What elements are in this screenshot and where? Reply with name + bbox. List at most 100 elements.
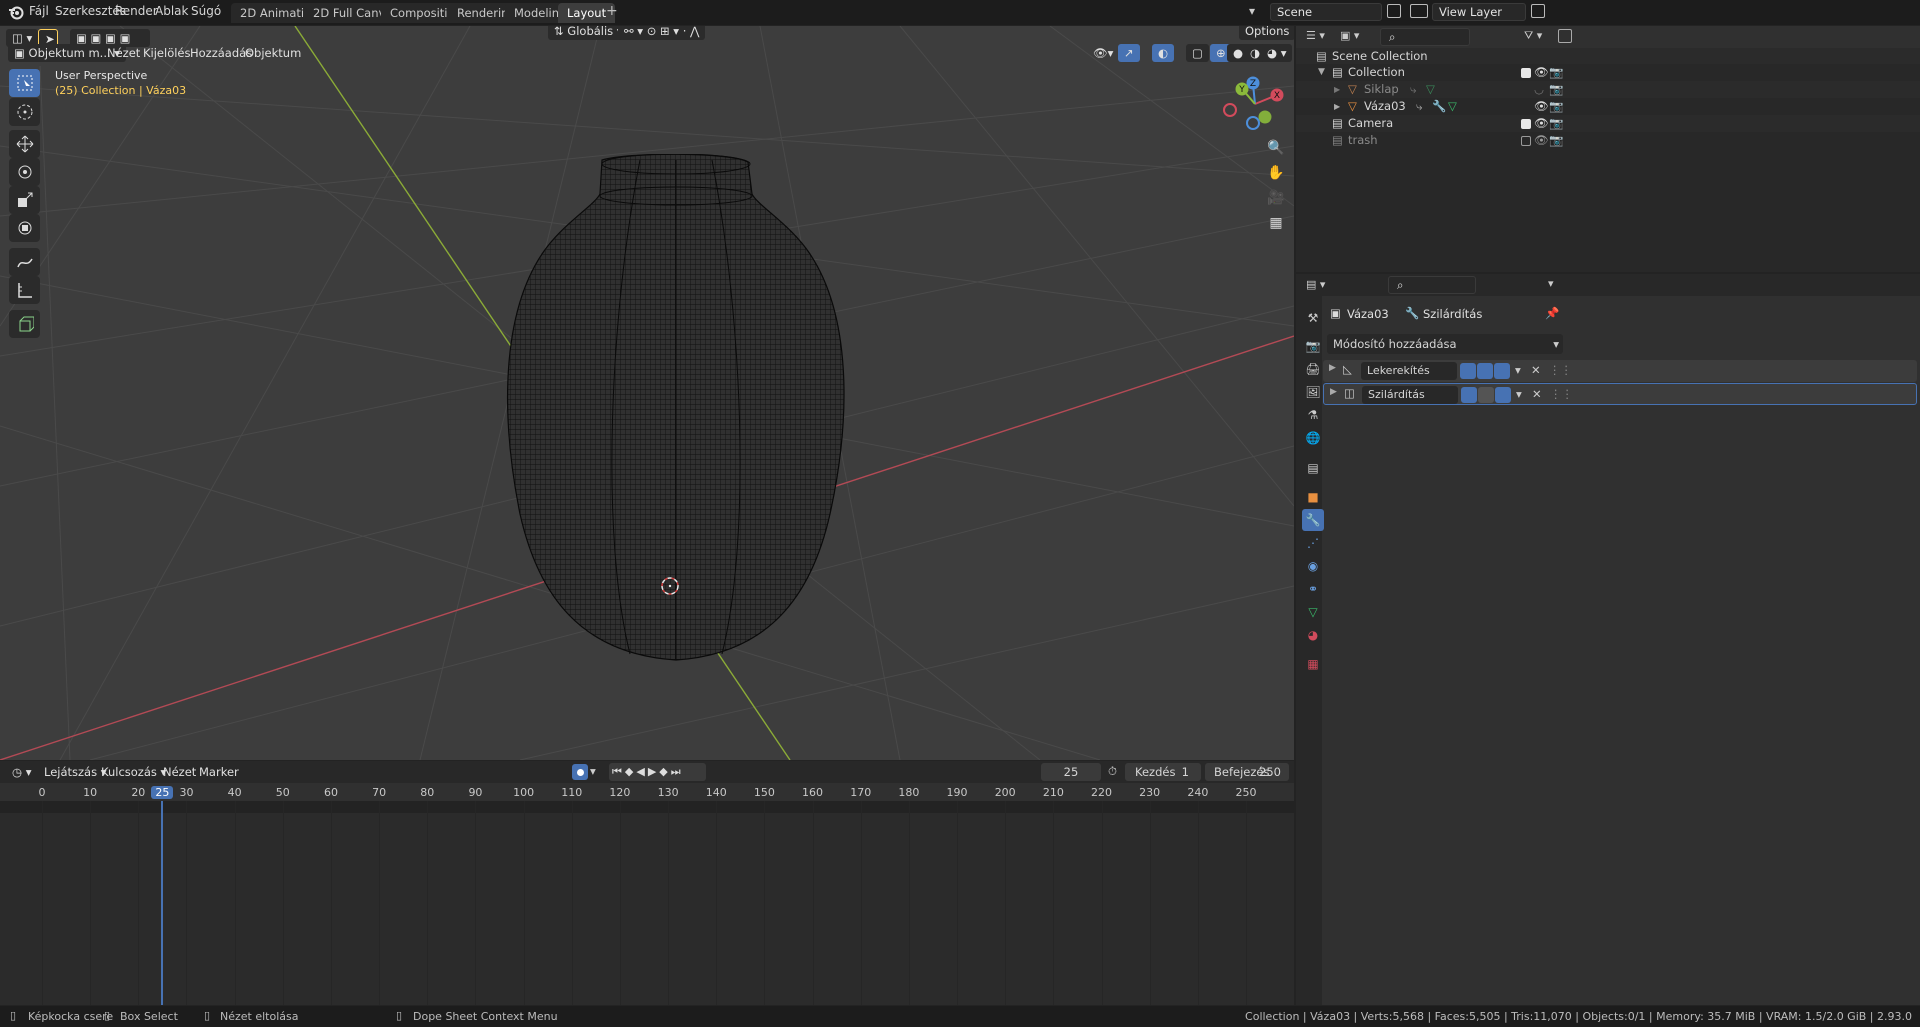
eye-icon[interactable]: 👁 (1534, 115, 1549, 132)
expand-arrow-icon[interactable]: ▶ (1329, 363, 1336, 373)
camera-icon[interactable]: 📷 (1549, 132, 1563, 149)
perspective-grid-icon[interactable]: ▦ (1264, 211, 1288, 235)
playback-controls[interactable]: ⏮◆◀▶◆⏭ (609, 763, 706, 781)
scene-field[interactable]: Scene (1270, 3, 1382, 21)
modifier-panel-solidify[interactable]: ▶ ◫ Szilárdítás ▾ ✕ ⋮⋮ (1323, 383, 1917, 405)
options-button[interactable]: Options ▾ (1239, 26, 1294, 56)
eye-icon[interactable]: 👁 (1534, 64, 1549, 81)
auto-key-record-icon[interactable] (572, 764, 588, 780)
outliner-row-scene-collection[interactable]: ▤ Scene Collection (1296, 48, 1920, 65)
modifier-name-field[interactable]: Szilárdítás (1362, 386, 1458, 404)
render-toggle-icon[interactable] (1495, 387, 1511, 403)
camera-icon[interactable]: 📷 (1549, 81, 1563, 98)
mesh-data-tab-icon[interactable]: ▽ (1302, 601, 1324, 623)
add-modifier-dropdown[interactable]: Módosító hozzáadása ▾ (1327, 334, 1563, 354)
modifier-tab-icon[interactable]: 🔧 (1302, 509, 1324, 531)
exclude-checkbox[interactable] (1521, 119, 1531, 129)
viewport-display-toggle-icon[interactable] (1477, 363, 1493, 379)
new-collection-icon[interactable] (1558, 29, 1572, 43)
visibility-icon[interactable]: 👁▾ (1087, 44, 1119, 62)
object-tab-icon[interactable]: ■ (1302, 486, 1324, 508)
outliner-editor-icon[interactable]: ☰ ▾ (1306, 29, 1325, 42)
playhead-line[interactable] (161, 801, 164, 1005)
expand-arrow-icon[interactable]: ▶ (1334, 98, 1340, 115)
eye-hidden-icon[interactable]: ◡ (1534, 81, 1544, 98)
menu-window[interactable]: Ablak (155, 4, 188, 18)
properties-editor-icon[interactable]: ▤ ▾ (1306, 278, 1325, 291)
end-frame-field[interactable]: Befejezés 250 (1205, 763, 1289, 781)
view-layer-field[interactable]: View Layer (1432, 3, 1526, 21)
render-tab-icon[interactable]: 📷 (1302, 335, 1324, 357)
menu-render[interactable]: Render (115, 4, 158, 18)
tool-cursor-icon[interactable] (9, 98, 40, 126)
tool-measure-icon[interactable] (9, 276, 40, 304)
output-tab-icon[interactable]: 🖨 (1302, 358, 1324, 380)
render-toggle-icon[interactable] (1494, 363, 1510, 379)
zoom-icon[interactable]: 🔍 (1264, 136, 1288, 160)
camera-icon[interactable]: 📷 (1549, 64, 1563, 81)
tool-rotate-icon[interactable] (9, 158, 40, 186)
gizmo-toggle-icon[interactable]: ↗ (1118, 44, 1140, 62)
tool-add-cube-icon[interactable] (9, 310, 40, 338)
close-icon[interactable]: ✕ (1531, 363, 1541, 377)
modifier-panel-bevel[interactable]: ▶ ◺ Lekerekítés ▾ ✕ ⋮⋮ (1323, 360, 1917, 382)
expand-arrow-icon[interactable]: ▶ (1334, 81, 1340, 98)
viewport-menu-object[interactable]: Objektum (239, 44, 307, 62)
tool-scale-icon[interactable] (9, 186, 40, 214)
modifier-menu-chevron-icon[interactable]: ▾ (1516, 387, 1522, 401)
close-icon[interactable]: ✕ (1532, 387, 1542, 401)
expand-arrow-icon[interactable]: ▶ (1330, 387, 1337, 397)
overlay-toggle-icon[interactable]: ◐ (1152, 44, 1175, 62)
marker-menu[interactable]: Marker (193, 763, 245, 781)
eye-icon[interactable]: 👁 (1534, 98, 1549, 115)
physics-tab-icon[interactable]: ◉ (1302, 555, 1324, 577)
outliner-row-camera[interactable]: ▤ Camera 👁 📷 (1296, 115, 1920, 132)
camera-icon[interactable]: 📷 (1549, 98, 1563, 115)
world-tab-icon[interactable]: 🌐 (1302, 427, 1324, 449)
viewport-display-toggle-icon[interactable] (1478, 387, 1494, 403)
new-scene-icon[interactable] (1387, 4, 1401, 18)
pin-icon[interactable]: 📌 (1545, 306, 1559, 320)
drag-handle-icon[interactable]: ⋮⋮ (1550, 387, 1573, 401)
properties-search-input[interactable]: ⌕ (1388, 276, 1476, 294)
current-frame-field[interactable]: 25 (1041, 763, 1101, 781)
xray-icon[interactable]: ▢ (1186, 44, 1209, 62)
menu-file[interactable]: Fájl (29, 4, 49, 18)
tool-transform-icon[interactable] (9, 214, 40, 242)
timeline-editor-icon[interactable]: ◷ ▾ (6, 763, 37, 781)
pan-hand-icon[interactable]: ✋ (1264, 161, 1288, 185)
tool-select-box-icon[interactable] (9, 69, 40, 97)
outliner-row-siklap[interactable]: ▶ ▽ Siklap ⤷ ▽ ◡ 📷 (1296, 81, 1920, 98)
stopwatch-icon[interactable]: ⏱ (1108, 764, 1117, 779)
shading-rendered-icon[interactable]: ◕ ▾ (1261, 44, 1293, 62)
start-frame-field[interactable]: Kezdés 1 (1125, 763, 1201, 781)
view-layer-tab-icon[interactable]: 🖼 (1302, 381, 1324, 403)
outliner-row-trash[interactable]: ▤ trash 👁 📷 (1296, 132, 1920, 149)
tool-annotate-icon[interactable] (9, 248, 40, 276)
3d-viewport[interactable]: ◫ ▾ ➤ ▣ ▣ ▣ ▣ ▣ ⇅ Globális ▾ ⚯ ▾ ⊙ ⊞ ▾ ·… (0, 26, 1294, 760)
keying-dropdown-icon[interactable]: ▾ (590, 764, 596, 778)
camera-view-icon[interactable]: 🎥 (1264, 186, 1288, 210)
scene-selector-icon[interactable]: ▾ (1249, 4, 1267, 20)
exclude-checkbox[interactable] (1521, 136, 1531, 146)
scene-tab-icon[interactable]: ⚗ (1302, 404, 1324, 426)
outliner-row-collection[interactable]: ▼ ▤ Collection 👁 📷 (1296, 64, 1920, 81)
navigation-gizmo[interactable]: X Z Y (1220, 74, 1290, 134)
new-view-layer-icon[interactable] (1531, 4, 1545, 18)
outliner-row-vaza03[interactable]: ▶ ▽ Váza03 ⤷ 🔧 ▽ 👁 📷 (1296, 98, 1920, 115)
tool-tab-icon[interactable]: ⚒ (1302, 307, 1324, 329)
display-mode-icon[interactable]: ▣ ▾ (1340, 29, 1359, 42)
properties-options-icon[interactable]: ▾ (1548, 277, 1554, 290)
filter-icon[interactable]: ⛛ ▾ (1524, 29, 1542, 43)
edit-mode-toggle-icon[interactable] (1461, 387, 1477, 403)
drag-handle-icon[interactable]: ⋮⋮ (1549, 363, 1572, 377)
modifier-name-field[interactable]: Lekerekítés (1361, 362, 1457, 380)
add-workspace-icon[interactable]: + (606, 3, 618, 19)
expand-arrow-icon[interactable]: ▼ (1318, 64, 1325, 81)
eye-icon[interactable]: 👁 (1534, 132, 1549, 149)
particles-tab-icon[interactable]: ⋰ (1302, 532, 1324, 554)
camera-icon[interactable]: 📷 (1549, 115, 1563, 132)
orientation-dropdown[interactable]: ⇅ Globális ▾ (548, 26, 629, 40)
exclude-checkbox[interactable] (1521, 68, 1531, 78)
3d-cursor-icon[interactable] (658, 574, 682, 598)
